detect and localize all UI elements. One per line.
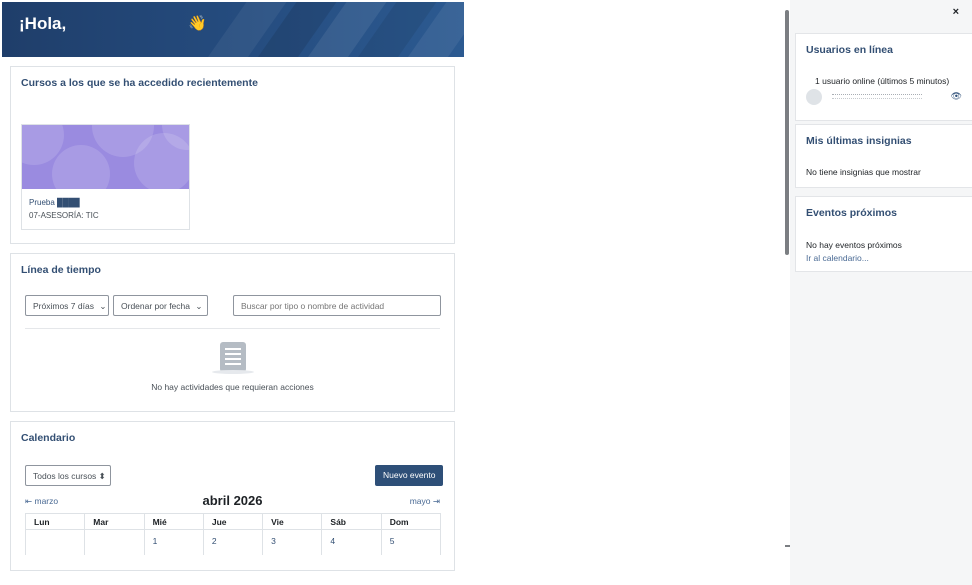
course-name-link[interactable]: Prueba ████ [29,198,80,207]
course-image[interactable] [22,125,189,189]
welcome-banner: ¡Hola, 👋 [2,2,464,57]
icon-line [225,353,241,355]
new-event-button[interactable]: Nuevo evento [375,465,444,486]
calendar-day-cell[interactable]: 5 [381,529,441,555]
icon-line [225,358,241,360]
course-card[interactable]: Prueba ████ 07-ASESORÍA: TIC [21,124,190,230]
timeline-sort-dropdown[interactable]: Ordenar por fecha ⌄ [113,295,208,316]
calendar-day-cell[interactable] [26,529,86,555]
eye-icon[interactable]: 👁 [951,91,962,102]
icon-line [225,363,241,365]
calendar-card: Calendario Todos los cursos ⬍ Nuevo even… [10,421,455,571]
course-category: 07-ASESORÍA: TIC [29,211,99,220]
waving-hand-icon: 👋 [188,15,207,32]
weekday-label: Mar [85,513,145,529]
weekday-label: Lun [26,513,86,529]
badges-empty-text: No tiene insignias que mostrar [806,167,921,177]
online-user-name-link[interactable] [832,94,922,99]
timeline-search-input[interactable] [233,295,441,316]
timeline-days-label: Próximos 7 días [33,301,94,311]
recent-courses-title: Cursos a los que se ha accedido reciente… [21,77,258,89]
calendar-day-cell[interactable] [85,529,145,555]
weekday-label: Vie [263,513,323,529]
upcoming-events-title: Eventos próximos [806,207,898,219]
calendar-grid: Lun Mar Mié Jue Vie Sáb Dom 1 2 3 4 5 [25,513,441,555]
upcoming-events-empty-text: No hay eventos próximos [806,240,902,250]
online-users-title: Usuarios en línea [806,44,893,56]
calendar-day-cell[interactable]: 2 [203,529,264,555]
timeline-title: Línea de tiempo [21,264,101,276]
badges-block: Mis últimas insignias No tiene insignias… [795,124,972,188]
weekday-label: Mié [144,513,204,529]
calendar-day-cell[interactable]: 1 [144,529,204,555]
chevron-down-icon: ⌄ [99,301,107,311]
calendar-day-cell[interactable]: 4 [322,529,382,555]
calendar-title: Calendario [21,432,76,444]
timeline-days-dropdown[interactable]: Próximos 7 días ⌄ [25,295,109,316]
badges-title: Mis últimas insignias [806,135,912,147]
calendar-weekday-row: Lun Mar Mié Jue Vie Sáb Dom [26,513,441,529]
weekday-label: Jue [203,513,264,529]
calendar-week-row: 1 2 3 4 5 [26,529,441,555]
timeline-card: Línea de tiempo Próximos 7 días ⌄ Ordena… [10,253,455,412]
calendar-month-title: abril 2026 [202,493,263,508]
next-month-link[interactable]: mayo ⇥ [410,496,440,507]
upcoming-events-block: Eventos próximos No hay eventos próximos… [795,196,972,272]
online-users-block: Usuarios en línea 1 usuario online (últi… [795,33,972,121]
weekday-label: Sáb [322,513,382,529]
page-scrollbar[interactable] [785,10,789,255]
divider [25,328,440,329]
chevron-down-icon: ⌄ [195,301,203,311]
empty-list-icon [220,342,246,372]
close-icon[interactable]: × [953,6,959,18]
course-image-pattern [52,145,110,189]
timeline-empty-text: No hay actividades que requieran accione… [151,382,314,392]
calendar-day-cell[interactable]: 3 [263,529,323,555]
go-to-calendar-link[interactable]: Ir al calendario... [806,253,869,263]
course-filter-dropdown[interactable]: Todos los cursos ⬍ [25,465,111,486]
icon-line [225,348,241,350]
right-block-drawer: × Usuarios en línea 1 usuario online (úl… [790,0,972,585]
avatar[interactable] [806,89,822,105]
online-users-count: 1 usuario online (últimos 5 minutos) [815,76,950,86]
empty-icon-shadow [212,370,254,374]
timeline-sort-label: Ordenar por fecha [121,301,190,311]
recent-courses-card: Cursos a los que se ha accedido reciente… [10,66,455,244]
greeting-text: ¡Hola, [19,14,67,33]
weekday-label: Dom [381,513,441,529]
